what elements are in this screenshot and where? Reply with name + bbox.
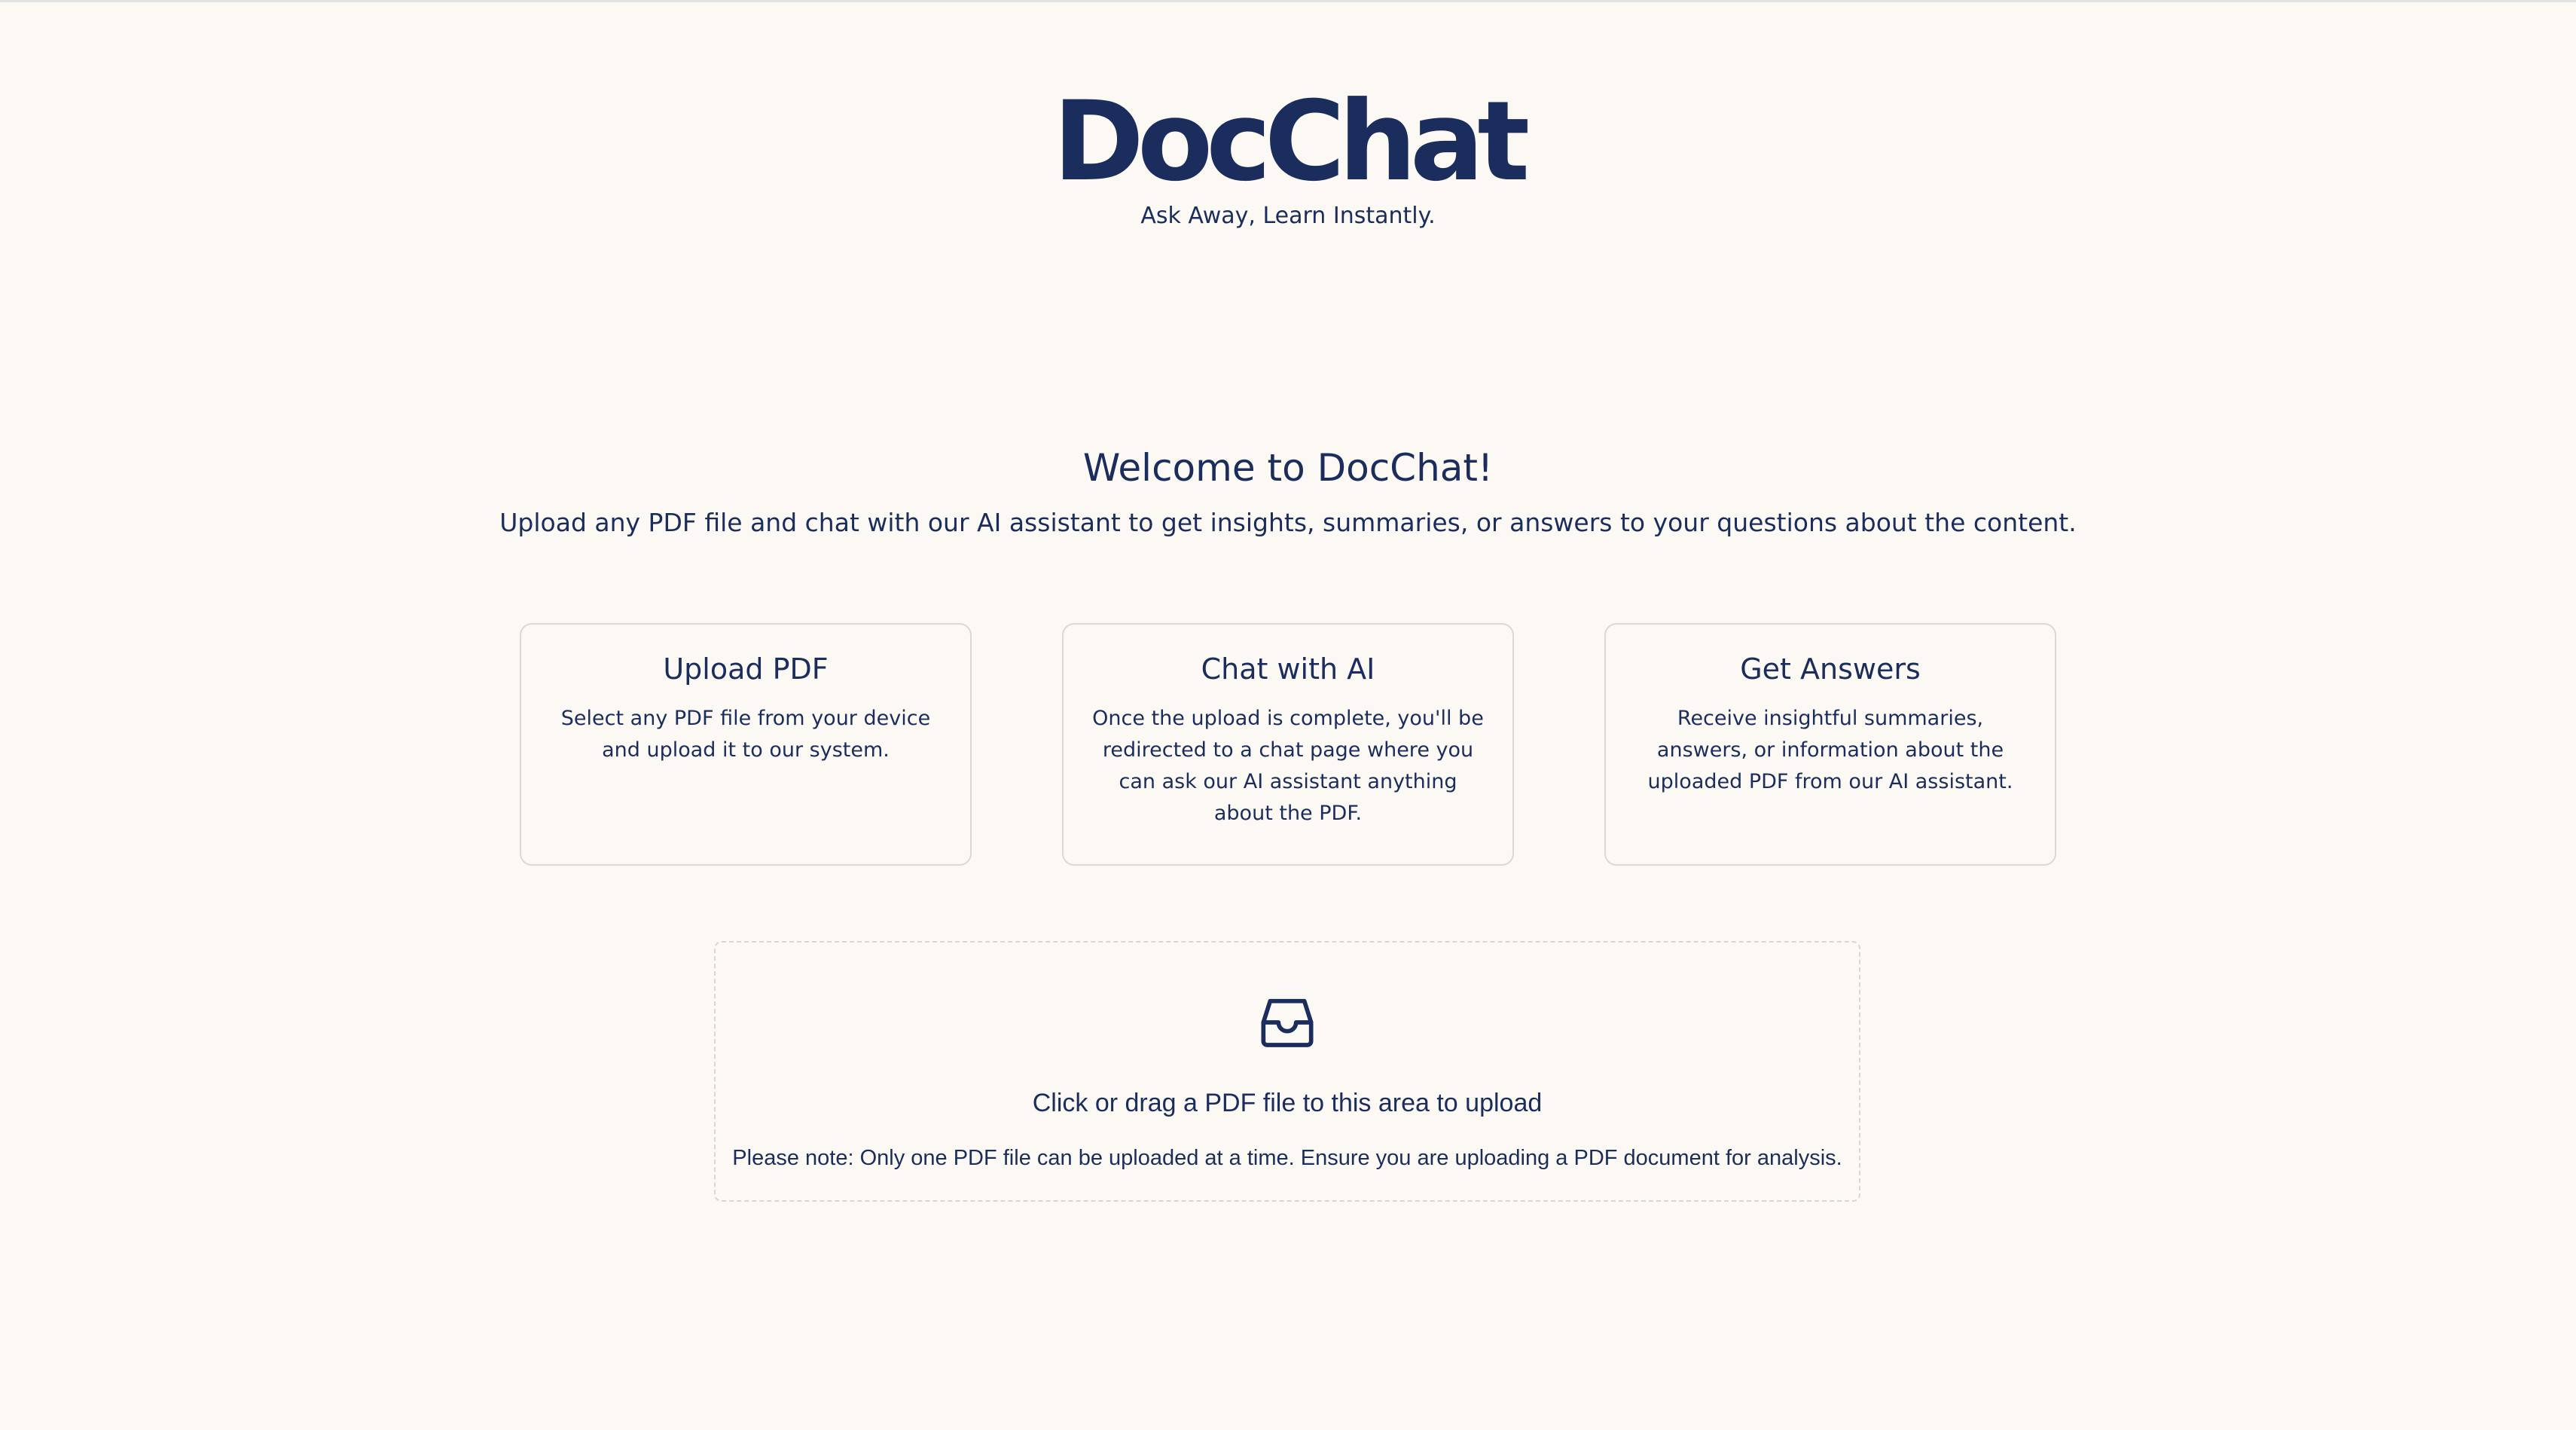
card-text: Receive insightful summaries, answers, o… — [1647, 707, 2013, 793]
header: DocChat Ask Away, Learn Instantly. — [0, 85, 2576, 229]
inbox-icon — [1261, 998, 1314, 1047]
welcome-section: Welcome to DocChat! Upload any PDF file … — [0, 442, 2576, 540]
tagline: Ask Away, Learn Instantly. — [1140, 203, 1436, 229]
card-get-answers: Get Answers Receive insightful summaries… — [1604, 623, 2056, 866]
upload-title: Click or drag a PDF file to this area to… — [1032, 1089, 1543, 1117]
welcome-description: Upload any PDF file and chat with our AI… — [499, 508, 2077, 537]
welcome-title: Welcome to DocChat! — [1082, 446, 1494, 490]
card-text: Once the upload is complete, you'll be r… — [1092, 707, 1484, 825]
card-title: Upload PDF — [663, 652, 829, 686]
upload-note: Please note: Only one PDF file can be up… — [732, 1146, 1842, 1170]
card-title: Chat with AI — [1201, 652, 1375, 686]
card-text: Select any PDF file from your device and… — [560, 707, 931, 762]
page: DocChat Ask Away, Learn Instantly. Welco… — [0, 0, 2576, 1430]
card-title: Get Answers — [1740, 652, 1921, 686]
card-upload-pdf: Upload PDF Select any PDF file from your… — [520, 623, 972, 866]
upload-dropzone[interactable]: Click or drag a PDF file to this area to… — [714, 941, 1860, 1202]
logo: DocChat — [1052, 78, 1530, 206]
feature-cards: Upload PDF Select any PDF file from your… — [520, 623, 2056, 866]
card-chat-with-ai: Chat with AI Once the upload is complete… — [1062, 623, 1514, 866]
